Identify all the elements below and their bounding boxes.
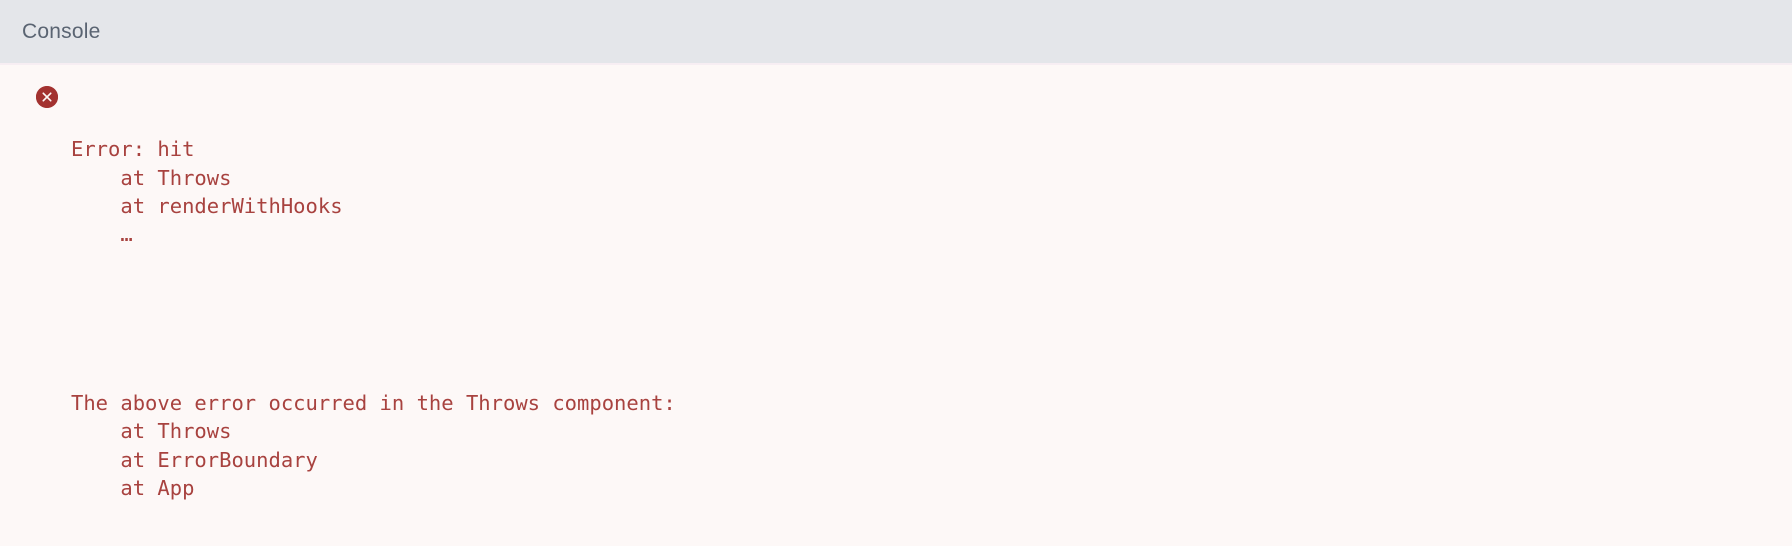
error-component-stack: The above error occurred in the Throws c… xyxy=(71,391,676,500)
error-message-text: Error: hit at Throws at renderWithHooks … xyxy=(71,79,1466,546)
console-log-entry-error[interactable]: Error: hit at Throws at renderWithHooks … xyxy=(0,79,1792,546)
console-title: Console xyxy=(22,20,101,43)
error-circle-x-icon xyxy=(36,86,58,108)
console-header: Console xyxy=(0,0,1792,63)
console-log-list[interactable]: Error: hit at Throws at renderWithHooks … xyxy=(0,65,1792,546)
console-panel: Console Error: hit at Throws at renderWi… xyxy=(0,0,1792,546)
error-stack-header: Error: hit at Throws at renderWithHooks … xyxy=(71,137,343,247)
